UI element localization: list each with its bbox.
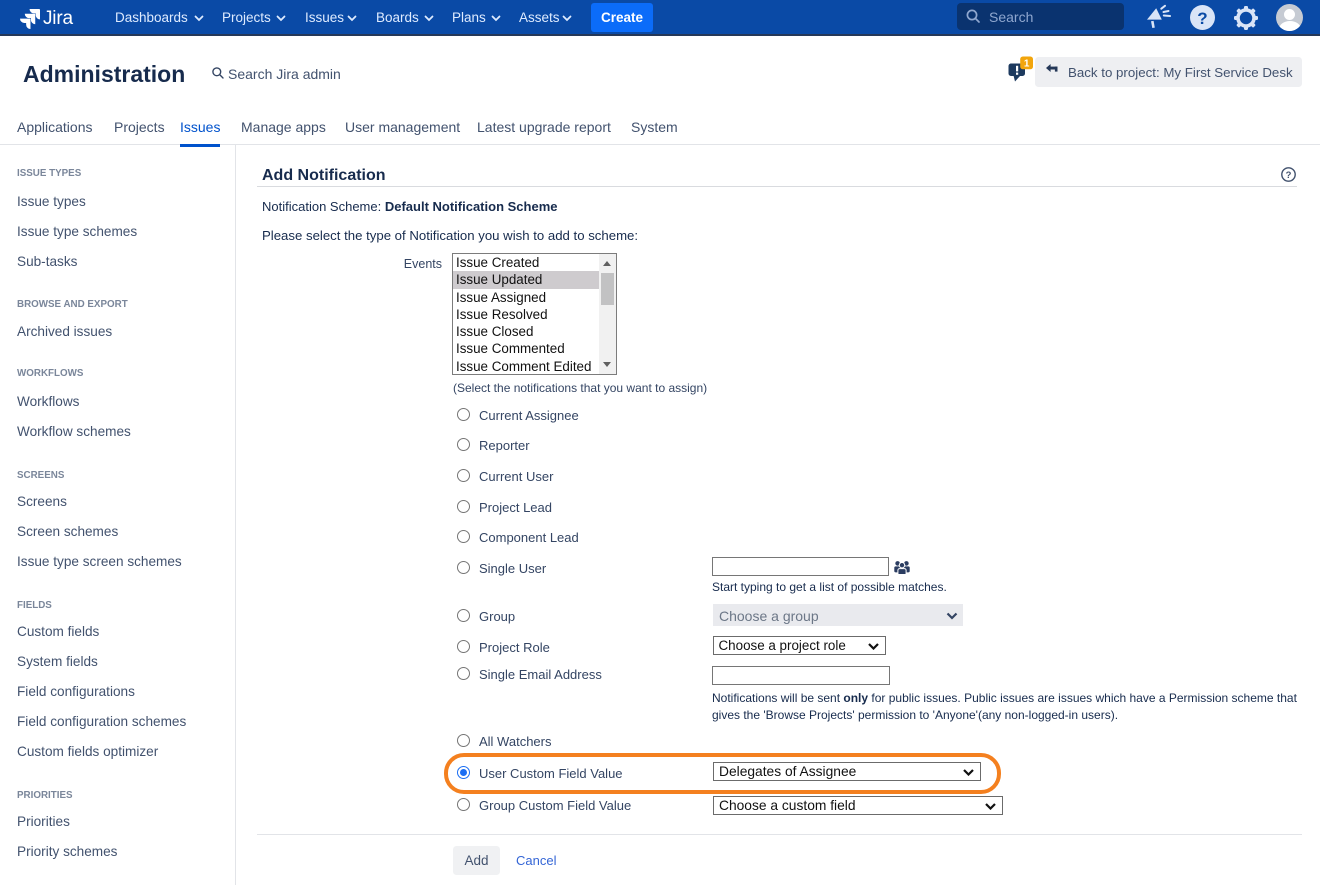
svg-text:1: 1 [1024,58,1030,69]
svg-text:?: ? [1286,170,1292,181]
